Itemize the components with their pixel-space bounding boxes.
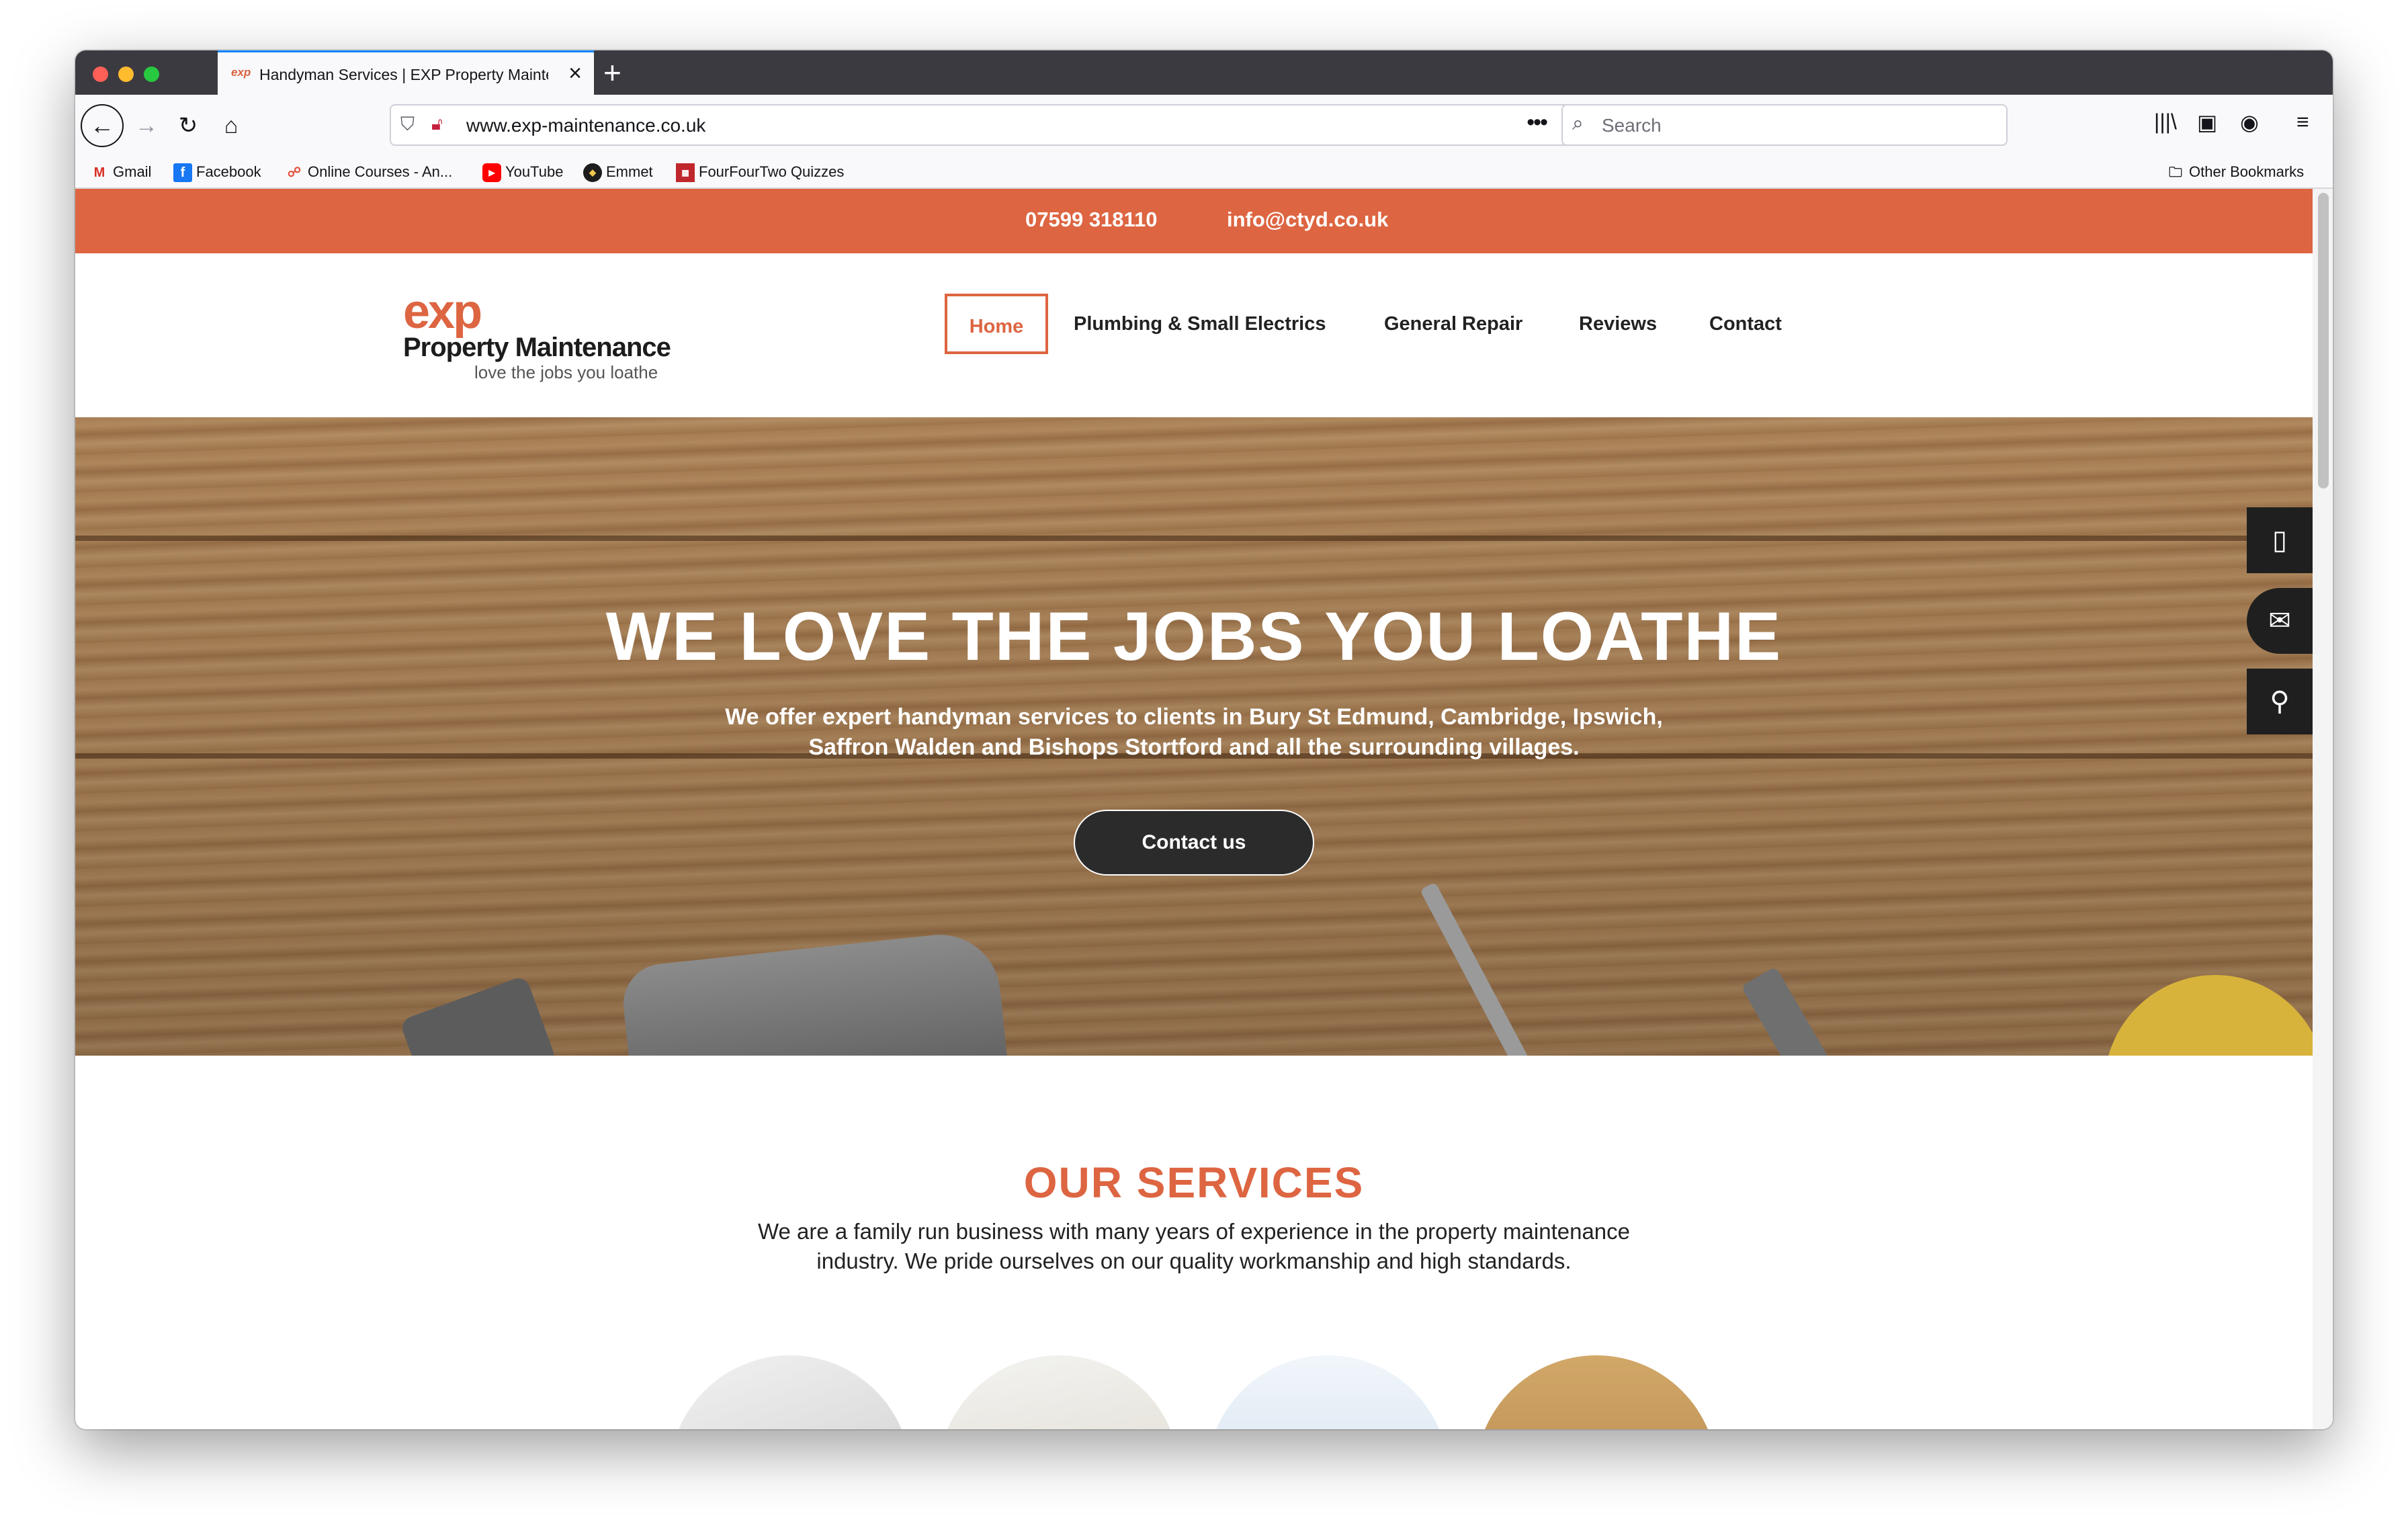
- url-text[interactable]: www.exp-maintenance.co.uk: [466, 115, 705, 136]
- logo-tagline: love the jobs you loathe: [474, 362, 658, 382]
- youtube-icon: ▶: [482, 163, 501, 183]
- nav-contact[interactable]: Contact: [1709, 294, 1782, 354]
- screwdriver-image: [1420, 882, 1530, 1056]
- online-courses-icon: ☍: [287, 165, 302, 181]
- phone-icon: ▯: [2272, 525, 2287, 555]
- nav-reviews[interactable]: Reviews: [1579, 294, 1657, 354]
- nav-general-repair[interactable]: General Repair: [1384, 294, 1522, 354]
- service-image-painting[interactable]: [1207, 1355, 1449, 1429]
- bookmark-fourfourtwo[interactable]: ▦ FourFourTwo Quizzes: [676, 163, 845, 183]
- bookmark-label: Facebook: [196, 163, 261, 180]
- bookmark-label: FourFourTwo Quizzes: [699, 163, 845, 180]
- hero-banner: WE LOVE THE JOBS YOU LOATHE We offer exp…: [75, 417, 2313, 1056]
- bookmarks-toolbar: M Gmail f Facebook ☍ Online Courses - An...…: [75, 157, 2333, 189]
- bookmark-label: Online Courses - An...: [308, 163, 453, 180]
- wood-plank-seam: [75, 536, 2313, 541]
- sidebar-icon[interactable]: ▣: [2197, 110, 2217, 135]
- tool-image: [399, 975, 558, 1056]
- pliers-image: [1741, 966, 1836, 1056]
- browser-window: exp Handyman Services | EXP Property Mai…: [75, 50, 2333, 1429]
- top-phone-link[interactable]: 07599 318110: [1025, 208, 1158, 232]
- insecure-lock-icon[interactable]: 🔓︎: [431, 114, 443, 135]
- service-image-bathroom[interactable]: [669, 1355, 911, 1429]
- nav-plumbing[interactable]: Plumbing & Small Electrics: [1074, 294, 1326, 354]
- tab-title: Handyman Services | EXP Property Mainten…: [259, 66, 548, 83]
- service-image-plumbing[interactable]: [938, 1355, 1180, 1429]
- tab-favicon: exp: [231, 66, 251, 79]
- search-bar[interactable]: ⌕: [1561, 104, 2008, 146]
- side-email-button[interactable]: ✉: [2247, 588, 2313, 654]
- top-email-link[interactable]: info@ctyd.co.uk: [1227, 208, 1388, 232]
- other-bookmarks-label: Other Bookmarks: [2189, 163, 2305, 180]
- folder-icon: 🗀︎: [2169, 165, 2182, 181]
- home-button[interactable]: ⌂: [215, 110, 247, 142]
- service-image-carpentry[interactable]: [1475, 1355, 1717, 1429]
- gmail-icon: M: [93, 165, 105, 181]
- services-heading: OUR SERVICES: [1023, 1158, 1365, 1207]
- bookmark-online-courses[interactable]: ☍ Online Courses - An...: [285, 163, 452, 182]
- contact-us-button[interactable]: Contact us: [1074, 810, 1314, 876]
- side-phone-button[interactable]: ▯: [2247, 507, 2313, 573]
- browser-tab[interactable]: exp Handyman Services | EXP Property Mai…: [218, 50, 594, 95]
- tape-measure-image: [2104, 975, 2313, 1056]
- close-window-button[interactable]: [93, 67, 108, 82]
- bookmark-label: Gmail: [113, 163, 152, 180]
- url-bar[interactable]: ⛉ 🔓︎ www.exp-maintenance.co.uk ••• ◡ ☆: [390, 104, 1626, 146]
- side-location-button[interactable]: ⚲: [2247, 669, 2313, 734]
- tab-strip: exp Handyman Services | EXP Property Mai…: [75, 50, 2333, 95]
- envelope-icon: ✉: [2268, 606, 2291, 636]
- page-actions-icon[interactable]: •••: [1526, 110, 1548, 136]
- contact-top-bar: 07599 318110 info@ctyd.co.uk: [75, 189, 2313, 253]
- scrollbar-thumb[interactable]: [2318, 193, 2329, 489]
- reload-button[interactable]: ↻: [172, 110, 204, 142]
- navigation-toolbar: ← → ↻ ⌂ ⛉ 🔓︎ www.exp-maintenance.co.uk •…: [75, 95, 2333, 157]
- other-bookmarks[interactable]: 🗀︎ Other Bookmarks: [2166, 163, 2304, 182]
- back-button[interactable]: ←: [81, 104, 124, 147]
- zoom-window-button[interactable]: [144, 67, 159, 82]
- bookmark-youtube[interactable]: ▶ YouTube: [482, 163, 564, 183]
- hero-title: WE LOVE THE JOBS YOU LOATHE: [605, 598, 1782, 675]
- hero-subtitle: We offer expert handyman services to cli…: [725, 704, 1663, 760]
- minimize-window-button[interactable]: [118, 67, 134, 82]
- facebook-icon: f: [173, 163, 192, 183]
- bookmark-label: YouTube: [505, 163, 564, 180]
- bookmark-gmail[interactable]: M Gmail: [90, 163, 152, 182]
- bookmark-label: Emmet: [606, 163, 653, 180]
- emmet-icon: ◆: [583, 163, 602, 183]
- hamburger-menu-icon[interactable]: ≡: [2296, 110, 2309, 134]
- nav-home[interactable]: Home: [945, 294, 1048, 354]
- hammer-image: [619, 929, 1009, 1056]
- site-logo[interactable]: exp Property Maintenance love the jobs y…: [398, 285, 671, 382]
- logo-name: Property Maintenance: [403, 333, 671, 362]
- bookmark-facebook[interactable]: f Facebook: [173, 163, 261, 183]
- search-icon: ⌕: [1572, 112, 1584, 134]
- page-scrollbar[interactable]: [2313, 189, 2333, 1429]
- logo-brand: exp: [403, 285, 482, 339]
- map-pin-icon: ⚲: [2270, 687, 2290, 716]
- account-icon[interactable]: ◉: [2240, 110, 2259, 135]
- services-description: We are a family run business with many y…: [757, 1219, 1631, 1273]
- page-viewport: 07599 318110 info@ctyd.co.uk exp Propert…: [75, 189, 2333, 1429]
- new-tab-button[interactable]: +: [603, 54, 621, 91]
- forward-button[interactable]: →: [130, 110, 163, 142]
- library-icon[interactable]: |||\: [2154, 110, 2177, 134]
- search-input[interactable]: [1600, 111, 1993, 140]
- close-tab-icon[interactable]: ×: [568, 60, 582, 87]
- site-header: exp Property Maintenance love the jobs y…: [75, 253, 2313, 417]
- tracking-shield-icon[interactable]: ⛉: [400, 114, 415, 136]
- bookmark-emmet[interactable]: ◆ Emmet: [583, 163, 653, 183]
- fourfourtwo-icon: ▦: [676, 163, 695, 183]
